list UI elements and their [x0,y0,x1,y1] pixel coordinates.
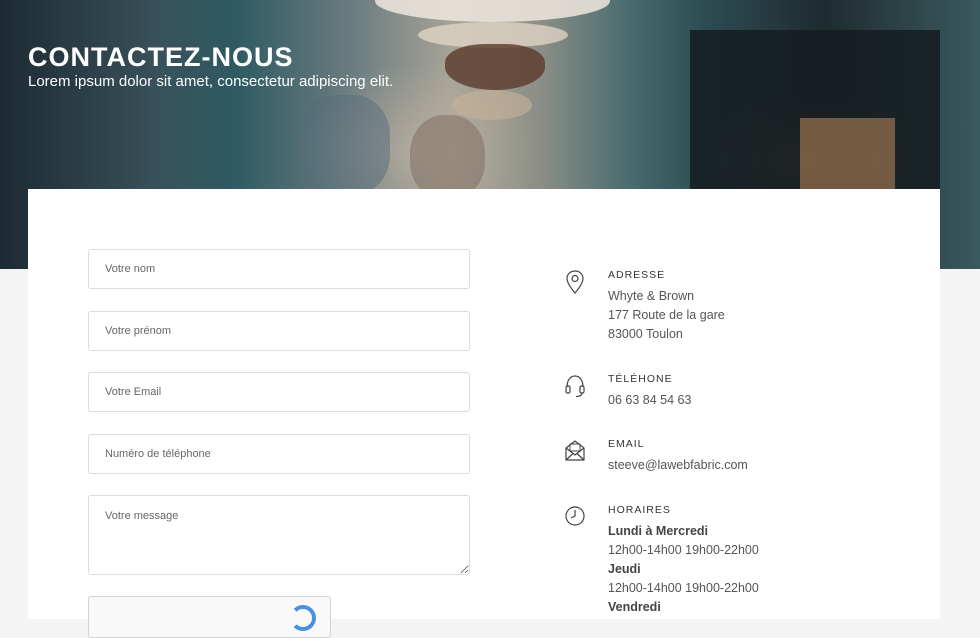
map-pin-icon [566,270,584,294]
hours-label: HORAIRES [608,504,671,516]
hero-background-lamp [452,90,532,120]
phone-number-link[interactable]: 06 63 84 54 63 [608,393,691,407]
contact-card: ADRESSE Whyte & Brown 177 Route de la ga… [28,189,940,638]
email-address-link[interactable]: steeve@lawebfabric.com [608,458,748,472]
hours-day: Jeudi [608,562,641,576]
recaptcha-widget[interactable] [88,596,331,638]
address-line: Whyte & Brown [608,289,695,303]
firstname-input[interactable] [88,311,470,351]
hero-background-person [410,115,485,200]
hours-day: Vendredi [608,600,661,614]
address-line: 83000 Toulon [608,327,683,341]
envelope-icon [565,440,585,461]
page-subtitle: Lorem ipsum dolor sit amet, consectetur … [28,73,394,90]
headset-icon [565,375,585,398]
clock-icon [565,506,585,526]
hours-day: Lundi à Mercredi [608,524,709,538]
hero-background-person [300,95,390,195]
phone-label: TÉLÉHONE [608,373,673,385]
email-label: EMAIL [608,438,645,450]
message-textarea[interactable] [88,495,470,575]
phone-input[interactable] [88,434,470,474]
address-line: 177 Route de la gare [608,308,725,322]
hero-background-lamp [445,44,545,90]
hero-background-lamp [375,0,610,22]
hours-time: 12h00-14h00 19h00-22h00 [608,543,759,557]
name-input[interactable] [88,249,470,289]
email-input[interactable] [88,372,470,412]
hours-time: 12h00-14h00 19h00-22h00 [608,581,759,595]
page-title: CONTACTEZ-NOUS [28,42,294,72]
address-label: ADRESSE [608,269,666,281]
hero-background-frame [800,118,895,198]
